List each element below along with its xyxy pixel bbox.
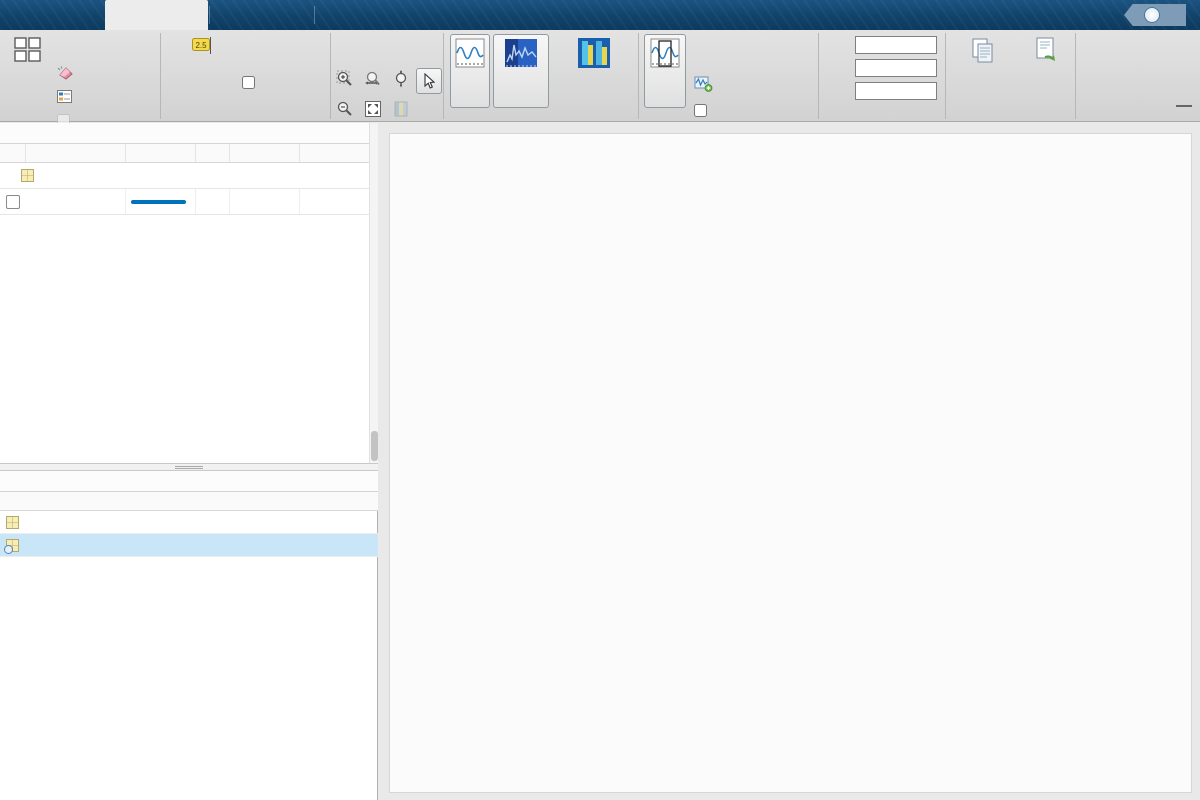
copy-display-button[interactable] <box>952 34 1014 108</box>
section-separator <box>638 33 639 119</box>
panner-canvas[interactable] <box>435 687 1188 753</box>
units-select[interactable] <box>855 36 937 54</box>
display-grid-icon <box>13 37 43 63</box>
signal-start-time <box>300 189 362 214</box>
filter-signals-scrollbar[interactable] <box>369 123 378 463</box>
section-separator <box>1075 33 1076 119</box>
zoom-out-button[interactable] <box>336 100 354 123</box>
extract-signals-button[interactable] <box>694 76 721 92</box>
time-frequency-view-button[interactable] <box>553 34 635 108</box>
workspace-row-w[interactable] <box>0 511 378 534</box>
legend-swatch <box>429 140 438 149</box>
signal-name <box>26 189 126 214</box>
clear-display-button[interactable] <box>57 66 82 80</box>
tab-spectrum[interactable] <box>315 0 420 30</box>
generate-script-icon <box>1033 37 1059 63</box>
snap-to-data-checkbox-input[interactable] <box>242 76 255 89</box>
pan-icon <box>392 100 410 118</box>
zoom-in-y-icon <box>392 70 410 88</box>
extract-signals-icon <box>694 76 713 92</box>
header-line[interactable] <box>126 144 196 162</box>
header-name[interactable] <box>26 144 126 162</box>
pointer-tool-button[interactable] <box>416 68 442 94</box>
tab-display[interactable] <box>105 0 208 30</box>
preserve-start-time-checkbox[interactable] <box>694 104 711 117</box>
panner-button[interactable] <box>644 34 686 108</box>
workspace-row-whale[interactable] <box>0 534 378 557</box>
pointer-arrow-icon <box>422 73 436 89</box>
header-start-time[interactable] <box>300 144 362 162</box>
legend-button[interactable] <box>57 90 80 103</box>
pan-button <box>392 100 410 123</box>
zoom-in-icon <box>336 70 354 88</box>
legend-icon <box>57 90 72 103</box>
signal-line-swatch[interactable] <box>131 200 186 204</box>
clear-display-icon <box>57 66 74 80</box>
tab-separator <box>209 6 210 24</box>
data-cursors-button[interactable]: 2.5 <box>166 34 236 106</box>
copy-display-icon <box>970 37 996 65</box>
tab-analyzer[interactable] <box>4 0 104 30</box>
time-view-button[interactable] <box>450 34 490 108</box>
matrix-icon <box>21 169 34 182</box>
tab-separator <box>314 6 315 24</box>
tab-time[interactable] <box>210 0 314 30</box>
help-icon <box>1144 7 1160 23</box>
time-plot-canvas[interactable] <box>435 155 1188 379</box>
zoom-out-icon <box>336 100 354 118</box>
fit-to-view-icon <box>364 100 382 118</box>
ws-header-size[interactable] <box>140 492 275 510</box>
signal-checkbox[interactable] <box>6 195 20 209</box>
min-time-input[interactable] <box>855 59 937 77</box>
plot-legend[interactable] <box>429 140 443 149</box>
workspace-browser-title[interactable] <box>0 471 378 492</box>
data-cursor-icon: 2.5 <box>189 37 213 54</box>
section-separator <box>818 33 819 119</box>
zoom-in-y-button[interactable] <box>392 70 410 93</box>
svg-text:2.5: 2.5 <box>195 41 207 50</box>
panel-splitter[interactable] <box>0 463 378 471</box>
signal-time <box>230 189 300 214</box>
generate-script-button[interactable] <box>1018 34 1074 108</box>
filter-signals-title[interactable] <box>0 123 377 144</box>
zoom-in-x-button[interactable] <box>364 70 382 93</box>
header-time[interactable] <box>230 144 300 162</box>
section-separator <box>330 33 331 119</box>
zoom-in-button[interactable] <box>336 70 354 93</box>
timetable-icon <box>6 539 19 552</box>
display-grid-button[interactable] <box>4 34 52 106</box>
time-view-icon <box>455 38 485 70</box>
left-panel <box>0 123 378 800</box>
header-checkbox-col <box>0 144 26 162</box>
spectrum-plot-canvas[interactable] <box>435 412 1188 658</box>
signal-info <box>196 189 230 214</box>
filter-signals-table-header <box>0 144 377 163</box>
fit-to-view-button[interactable] <box>364 100 382 123</box>
scrollbar-thumb[interactable] <box>371 431 378 461</box>
section-separator <box>945 33 946 119</box>
double-array-icon <box>6 516 19 529</box>
zoom-in-x-icon <box>364 70 382 88</box>
snap-to-data-checkbox[interactable] <box>242 76 259 89</box>
header-info[interactable] <box>196 144 230 162</box>
ws-header-class[interactable] <box>275 492 375 510</box>
spectrum-view-icon <box>504 38 538 70</box>
max-time-input[interactable] <box>855 82 937 100</box>
signal-row-whale-w[interactable] <box>0 189 377 215</box>
clock-icon <box>4 545 13 554</box>
signal-group-row-whale[interactable] <box>0 163 377 189</box>
spectrum-view-button[interactable] <box>493 34 549 108</box>
collapse-ribbon-button[interactable] <box>1176 105 1192 117</box>
preserve-start-time-checkbox-input[interactable] <box>694 104 707 117</box>
toolstrip: 2.5 <box>0 30 1200 122</box>
panner-icon <box>650 38 680 70</box>
help-button[interactable] <box>1124 4 1186 26</box>
workspace-table-header <box>0 492 378 511</box>
app-tab-bar <box>0 0 1200 30</box>
splitter-grip-icon <box>175 466 203 469</box>
section-separator <box>160 33 161 119</box>
section-separator <box>443 33 444 119</box>
time-frequency-icon <box>577 37 611 69</box>
